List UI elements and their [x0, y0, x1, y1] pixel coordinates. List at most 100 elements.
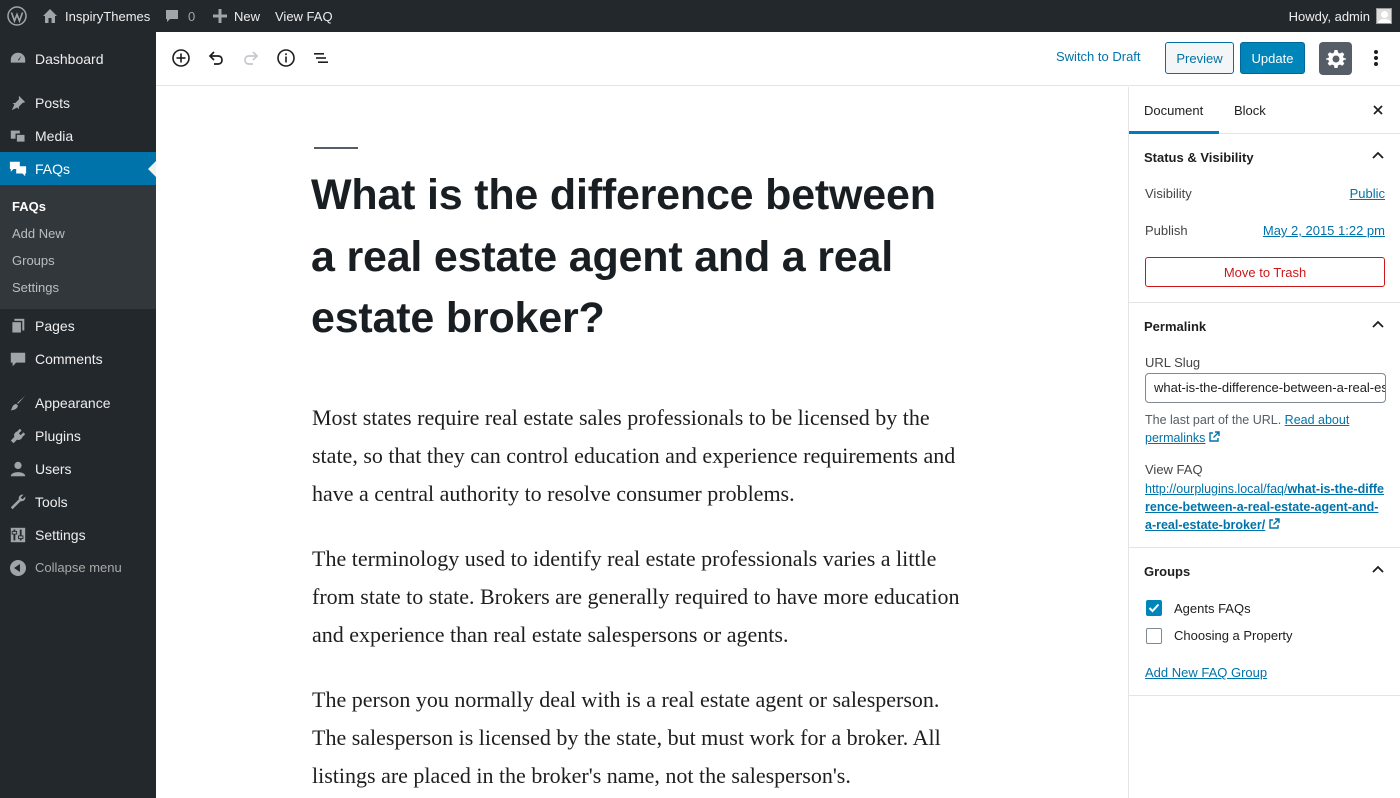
collapse-label: Collapse menu	[35, 560, 122, 575]
editor-toolbar: Switch to Draft Preview Update	[156, 32, 1400, 86]
visibility-toggle[interactable]: Public	[1350, 186, 1385, 201]
panel-collapse-toggle[interactable]	[1369, 147, 1387, 165]
editor-canvas: What is the difference between a real es…	[156, 87, 1128, 798]
visibility-label: Visibility	[1145, 186, 1192, 201]
menu-label: Dashboard	[35, 50, 104, 67]
new-content-link[interactable]: New	[212, 0, 260, 32]
menu-label: Tools	[35, 493, 68, 510]
preview-button[interactable]: Preview	[1165, 42, 1234, 74]
menu-item-appearance[interactable]: Appearance	[0, 386, 156, 419]
status-visibility-panel-title[interactable]: Status & Visibility	[1144, 150, 1254, 165]
paragraph-block[interactable]: The person you normally deal with is a r…	[312, 681, 972, 795]
menu-item-faqs[interactable]: FAQs	[0, 152, 156, 185]
comments-count: 0	[188, 8, 196, 24]
menu-label: Media	[35, 127, 74, 144]
publish-date-toggle[interactable]: May 2, 2015 1:22 pm	[1263, 223, 1385, 238]
submenu-item-faqs[interactable]: FAQs	[12, 199, 46, 214]
site-name-link[interactable]: InspiryThemes	[42, 0, 150, 32]
comment-bubble-icon	[164, 8, 180, 24]
vertical-ellipsis-icon	[1373, 48, 1379, 68]
undo-icon	[206, 48, 226, 68]
update-button[interactable]: Update	[1240, 42, 1305, 74]
url-slug-label: URL Slug	[1145, 355, 1201, 370]
more-options-button[interactable]	[1366, 46, 1386, 70]
view-faq-label: View FAQ	[275, 8, 333, 24]
collapse-icon-wrap	[0, 559, 36, 576]
move-to-trash-button[interactable]: Move to Trash	[1145, 257, 1385, 287]
url-slug-input[interactable]: what-is-the-difference-between-a-real-es…	[1145, 373, 1386, 403]
pin-icon	[0, 94, 36, 112]
menu-label: FAQs	[35, 160, 71, 177]
undo-button[interactable]	[204, 46, 228, 70]
group-checkbox-choosing-a-property[interactable]	[1146, 628, 1162, 644]
redo-button[interactable]	[239, 46, 263, 70]
info-icon	[276, 48, 296, 68]
menu-item-media[interactable]: Media	[0, 119, 156, 152]
user-account-menu[interactable]: Howdy, admin	[1289, 0, 1392, 32]
menu-item-pages[interactable]: Pages	[0, 309, 156, 342]
paragraph-block[interactable]: Most states require real estate sales pr…	[312, 399, 972, 513]
menu-label: Appearance	[35, 394, 111, 411]
menu-item-plugins[interactable]: Plugins	[0, 419, 156, 452]
submenu-item-settings[interactable]: Settings	[12, 280, 59, 295]
menu-label: Users	[35, 460, 72, 477]
block-navigation-button[interactable]	[309, 46, 333, 70]
submenu-item-groups[interactable]: Groups	[12, 253, 55, 268]
admin-bar: InspiryThemes 0 New View FAQ Howdy, admi…	[0, 0, 1400, 32]
submenu-item-add-new[interactable]: Add New	[12, 226, 65, 241]
dashboard-icon	[0, 50, 36, 68]
menu-item-tools[interactable]: Tools	[0, 485, 156, 518]
groups-panel-title[interactable]: Groups	[1144, 564, 1190, 579]
menu-item-settings[interactable]: Settings	[0, 518, 156, 551]
avatar	[1376, 8, 1392, 24]
external-link-icon	[1208, 431, 1221, 443]
view-faq-link[interactable]: View FAQ	[275, 0, 333, 32]
group-checkbox-agents-faqs[interactable]	[1146, 600, 1162, 616]
site-name: InspiryThemes	[65, 8, 151, 24]
settings-toggle-button[interactable]	[1319, 42, 1352, 75]
settings-sidebar: Document Block Status & Visibility Visib…	[1128, 87, 1400, 798]
panel-collapse-toggle[interactable]	[1369, 561, 1387, 579]
sidebar-tabs: Document Block	[1129, 87, 1400, 134]
panel-collapse-toggle[interactable]	[1369, 316, 1387, 334]
tab-block[interactable]: Block	[1234, 103, 1266, 118]
redo-icon	[241, 48, 261, 68]
comments-icon	[0, 350, 36, 368]
menu-item-posts[interactable]: Posts	[0, 86, 156, 119]
user-icon	[0, 460, 36, 478]
switch-to-draft-button[interactable]: Switch to Draft	[1056, 49, 1141, 64]
post-title-field[interactable]: What is the difference between a real es…	[311, 165, 971, 350]
wordpress-logo-icon[interactable]	[7, 0, 27, 32]
url-prefix: http://ourplugins.local/faq/	[1145, 482, 1288, 496]
menu-item-dashboard[interactable]: Dashboard	[0, 42, 156, 75]
collapse-menu-button[interactable]: Collapse menu	[0, 551, 156, 584]
admin-sidebar-menu: Dashboard Posts Media FAQs FAQs Add New …	[0, 32, 156, 798]
panel-divider	[1129, 547, 1400, 548]
menu-item-comments[interactable]: Comments	[0, 342, 156, 375]
chevron-up-icon	[1369, 147, 1387, 165]
checkmark-icon	[1147, 601, 1161, 615]
close-icon	[1369, 101, 1387, 119]
gear-icon	[1325, 49, 1346, 69]
media-icon	[0, 127, 36, 145]
view-faq-url-link[interactable]: http://ourplugins.local/faq/what-is-the-…	[1145, 480, 1385, 534]
menu-item-users[interactable]: Users	[0, 452, 156, 485]
content-info-button[interactable]	[274, 46, 298, 70]
paragraph-block[interactable]: The terminology used to identify real es…	[312, 540, 972, 654]
add-block-button[interactable]	[169, 46, 193, 70]
menu-label: Pages	[35, 317, 75, 334]
permalink-panel-title[interactable]: Permalink	[1144, 319, 1206, 334]
comments-link[interactable]: 0	[164, 0, 195, 32]
close-sidebar-button[interactable]	[1369, 101, 1387, 119]
current-menu-arrow	[148, 161, 156, 177]
menu-label: Comments	[35, 350, 103, 367]
wrench-icon	[0, 493, 36, 511]
pages-icon	[0, 317, 36, 335]
panel-divider	[1129, 695, 1400, 696]
menu-label: Settings	[35, 526, 86, 543]
add-new-faq-group-link[interactable]: Add New FAQ Group	[1145, 665, 1267, 680]
tab-document[interactable]: Document	[1144, 103, 1203, 118]
permalink-help: The last part of the URL. Read about per…	[1145, 411, 1385, 447]
faqs-submenu: FAQs Add New Groups Settings	[0, 185, 156, 309]
chevron-up-icon	[1369, 561, 1387, 579]
